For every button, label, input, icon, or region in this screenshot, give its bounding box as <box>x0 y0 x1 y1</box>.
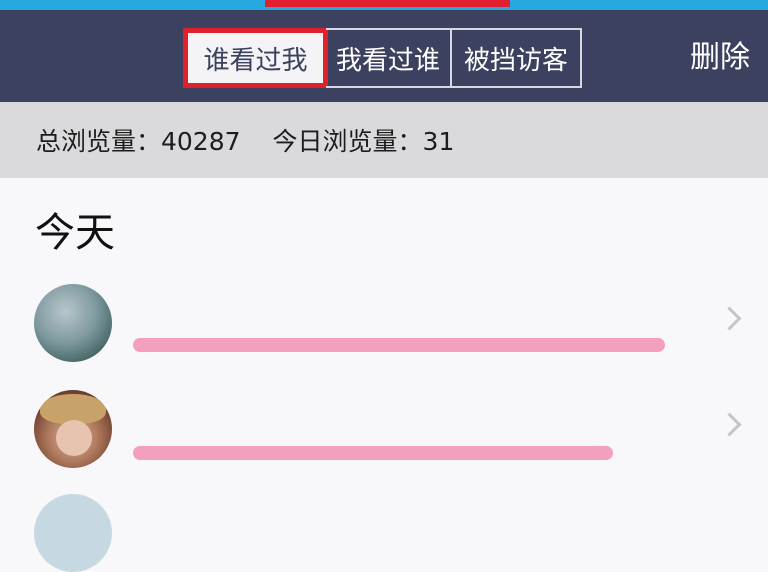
top-nav-bar: 谁看过我 我看过谁 被挡访客 删除 <box>0 10 768 102</box>
view-stats-bar: 总浏览量：40287 今日浏览量：31 <box>0 102 768 178</box>
avatar[interactable] <box>34 284 112 362</box>
total-views: 总浏览量：40287 <box>36 127 241 156</box>
status-strip <box>0 0 768 10</box>
tab-who-viewed-me[interactable]: 谁看过我 <box>183 28 328 88</box>
chevron-right-icon <box>717 306 742 331</box>
redaction-bar <box>133 446 613 460</box>
delete-button[interactable]: 删除 <box>690 32 750 84</box>
tab-blocked-visitors[interactable]: 被挡访客 <box>452 28 582 88</box>
visitor-row[interactable] <box>0 382 768 482</box>
section-title-today: 今天 <box>35 210 115 256</box>
avatar[interactable] <box>34 494 112 572</box>
highlight-mark <box>265 0 510 7</box>
visitor-row[interactable] <box>0 276 768 376</box>
avatar-face <box>56 420 92 456</box>
avatar[interactable] <box>34 390 112 468</box>
tab-who-i-viewed[interactable]: 我看过谁 <box>326 28 452 88</box>
today-views: 今日浏览量：31 <box>272 127 455 156</box>
redaction-bar <box>133 338 665 352</box>
chevron-right-icon <box>717 412 742 437</box>
